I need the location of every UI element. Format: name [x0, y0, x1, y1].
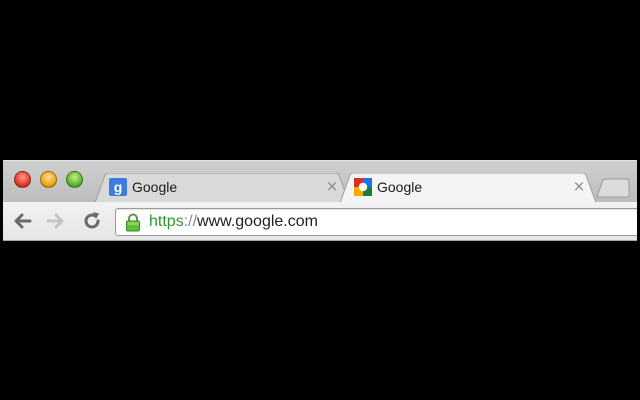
tab-close-icon[interactable]: × [572, 179, 586, 194]
tab-title: Google [132, 179, 178, 195]
reload-icon[interactable] [81, 210, 103, 232]
tab-close-icon[interactable]: × [325, 179, 339, 194]
toolbar: https://www.google.com [3, 202, 637, 241]
window-zoom-button[interactable] [66, 171, 83, 188]
browser-window: g Google × Google × https://www.google.c… [3, 160, 637, 241]
google-colorful-icon [354, 178, 372, 196]
url-scheme: https [149, 213, 184, 230]
url-text[interactable]: https://www.google.com [149, 213, 318, 231]
url-host: www.google.com [197, 213, 318, 230]
tab-strip: g Google × Google × [3, 160, 637, 203]
window-close-button[interactable] [14, 171, 31, 188]
tab-google-1[interactable]: g Google × [95, 173, 349, 203]
tab-google-2[interactable]: Google × [340, 173, 596, 203]
arrow-right-icon[interactable] [45, 210, 67, 232]
new-tab-button[interactable] [595, 178, 631, 198]
arrow-left-icon[interactable] [11, 210, 33, 232]
address-bar[interactable]: https://www.google.com [115, 208, 637, 236]
lock-icon[interactable] [125, 213, 141, 232]
svg-text:g: g [114, 179, 123, 195]
tab-title: Google [377, 179, 423, 195]
url-separator: :// [183, 213, 198, 230]
google-g-icon: g [109, 178, 127, 196]
window-minimize-button[interactable] [40, 171, 57, 188]
